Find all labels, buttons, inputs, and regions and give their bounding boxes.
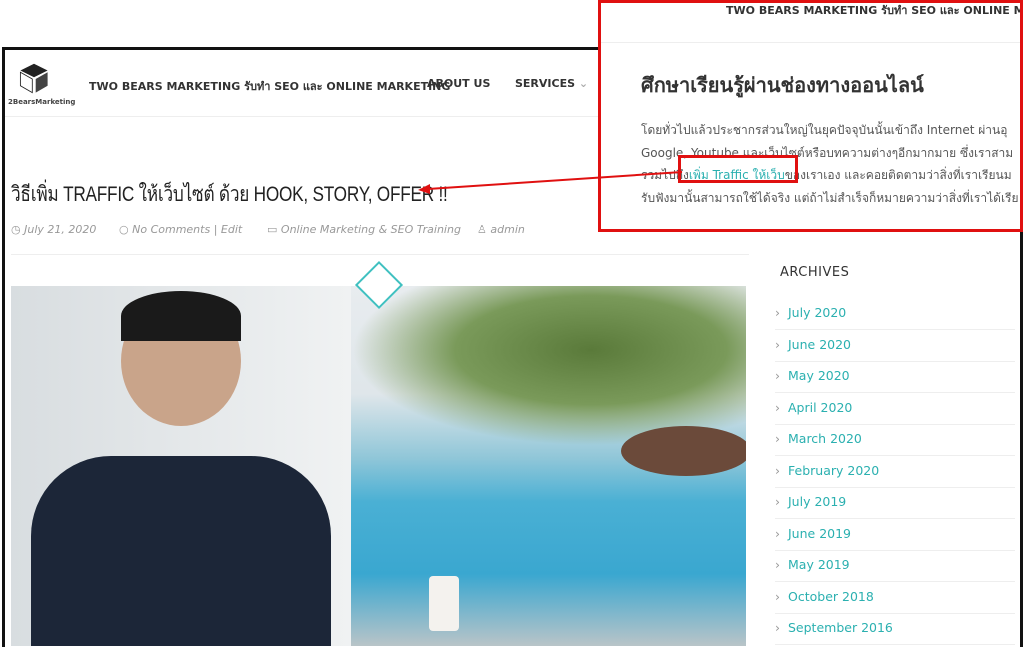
annotation-arrow: [418, 171, 683, 194]
